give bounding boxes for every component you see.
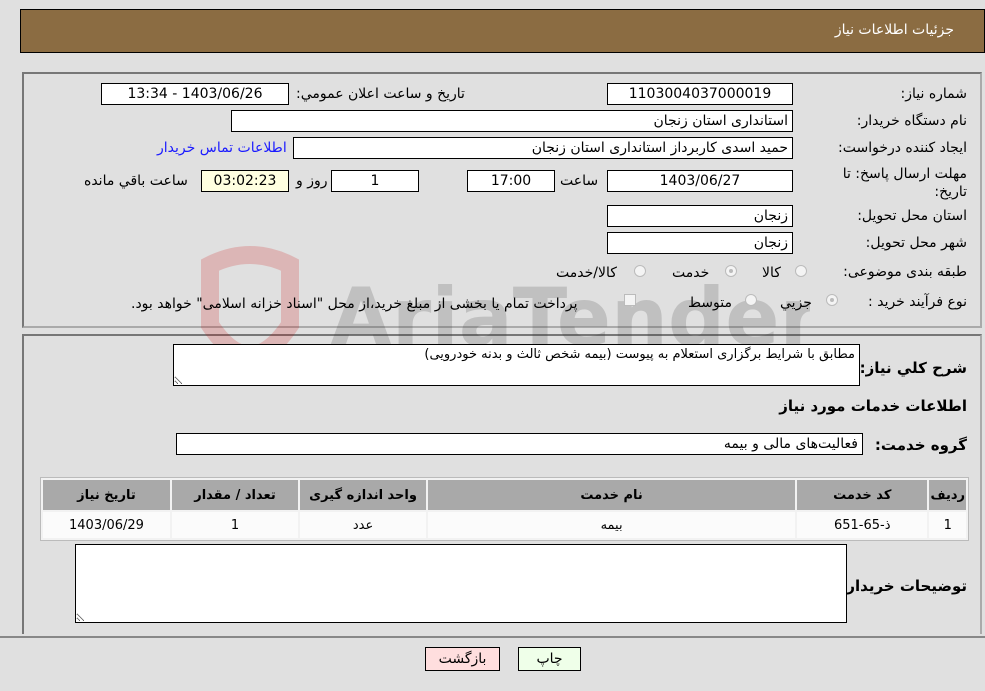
cell-quantity: 1 [171,512,299,538]
description-textarea[interactable]: مطابق با شرایط برگزاری استعلام به پیوست … [173,344,860,386]
deadline-time-field: 17:00 [467,170,555,192]
buyer-contact-link[interactable]: اطلاعات تماس خریدار [157,140,287,156]
need-number-field: 1103004037000019 [607,83,793,105]
remaining-time-label: ساعت باقي مانده [84,173,188,189]
cell-service-name: بیمه [428,512,796,538]
cell-unit: عدد [300,512,427,538]
cell-need-date: 1403/06/29 [43,512,170,538]
category-radio-goods-service[interactable] [634,265,646,277]
service-group-field: فعالیت‌های مالی و بیمه [176,433,863,455]
cell-row-number: 1 [929,512,966,538]
days-label: روز و [296,173,328,189]
print-button[interactable]: چاپ [518,647,581,671]
col-service-code: کد خدمت [797,480,928,510]
delivery-province-label: استان محل تحویل: [857,208,967,224]
buyer-notes-textarea[interactable] [75,544,847,623]
remaining-time-field: 03:02:23 [201,170,289,192]
need-number-label: شماره نیاز: [900,86,968,102]
category-option-goods: کالا [762,265,781,281]
category-label: طبقه بندی موضوعی: [843,264,967,280]
buyer-notes-label: توضیحات خریدار: [840,577,967,595]
col-service-name: نام خدمت [428,480,796,510]
purchase-type-label: نوع فرآیند خرید : [868,294,967,310]
description-label: شرح كلي نياز: [859,359,967,377]
table-header-row: ردیف کد خدمت نام خدمت واحد اندازه گیری ت… [43,480,966,510]
delivery-city-field: زنجان [607,232,793,254]
category-option-service: خدمت [672,265,710,281]
requester-field: حمید اسدی کاربرداز استانداری استان زنجان [293,137,793,159]
cell-service-code: ذ-65-651 [797,512,928,538]
category-radio-service[interactable] [725,265,737,277]
announce-datetime-label: تاریخ و ساعت اعلان عمومي: [296,86,465,102]
services-table: ردیف کد خدمت نام خدمت واحد اندازه گیری ت… [40,477,969,541]
page-header: جزئیات اطلاعات نیاز [20,9,985,53]
purchase-type-radio-minor[interactable] [826,294,838,306]
deadline-label: مهلت ارسال پاسخ: تا تاریخ: [842,166,967,200]
col-unit: واحد اندازه گیری [300,480,427,510]
treasury-note: پرداخت تمام یا بخشی از مبلغ خرید،از محل … [131,296,578,312]
purchase-type-radio-medium[interactable] [745,294,757,306]
service-group-label: گروه خدمت: [874,436,967,454]
back-button[interactable]: بازگشت [425,647,500,671]
category-radio-goods[interactable] [795,265,807,277]
category-option-goods-service: کالا/خدمت [556,265,617,281]
deadline-time-label: ساعت [560,173,599,189]
purchase-type-option-medium: متوسط [688,295,732,311]
buyer-org-field: استانداری استان زنجان [231,110,793,132]
page-title: جزئیات اطلاعات نیاز [834,22,954,38]
table-row: 1 ذ-65-651 بیمه عدد 1 1403/06/29 [43,512,966,538]
col-row-number: ردیف [929,480,966,510]
remaining-days-field: 1 [331,170,419,192]
col-need-date: تاریخ نیاز [43,480,170,510]
treasury-checkbox[interactable] [624,294,636,306]
services-section-title: اطلاعات خدمات مورد نیاز [779,397,967,415]
buyer-org-label: نام دستگاه خریدار: [856,113,967,129]
col-quantity: تعداد / مقدار [171,480,299,510]
delivery-city-label: شهر محل تحویل: [865,235,967,251]
deadline-date-field: 1403/06/27 [607,170,793,192]
announce-datetime-field: 1403/06/26 - 13:34 [101,83,289,105]
divider [0,636,985,638]
purchase-type-option-minor: جزيي [780,295,812,311]
requester-label: ایجاد کننده درخواست: [838,140,967,156]
delivery-province-field: زنجان [607,205,793,227]
